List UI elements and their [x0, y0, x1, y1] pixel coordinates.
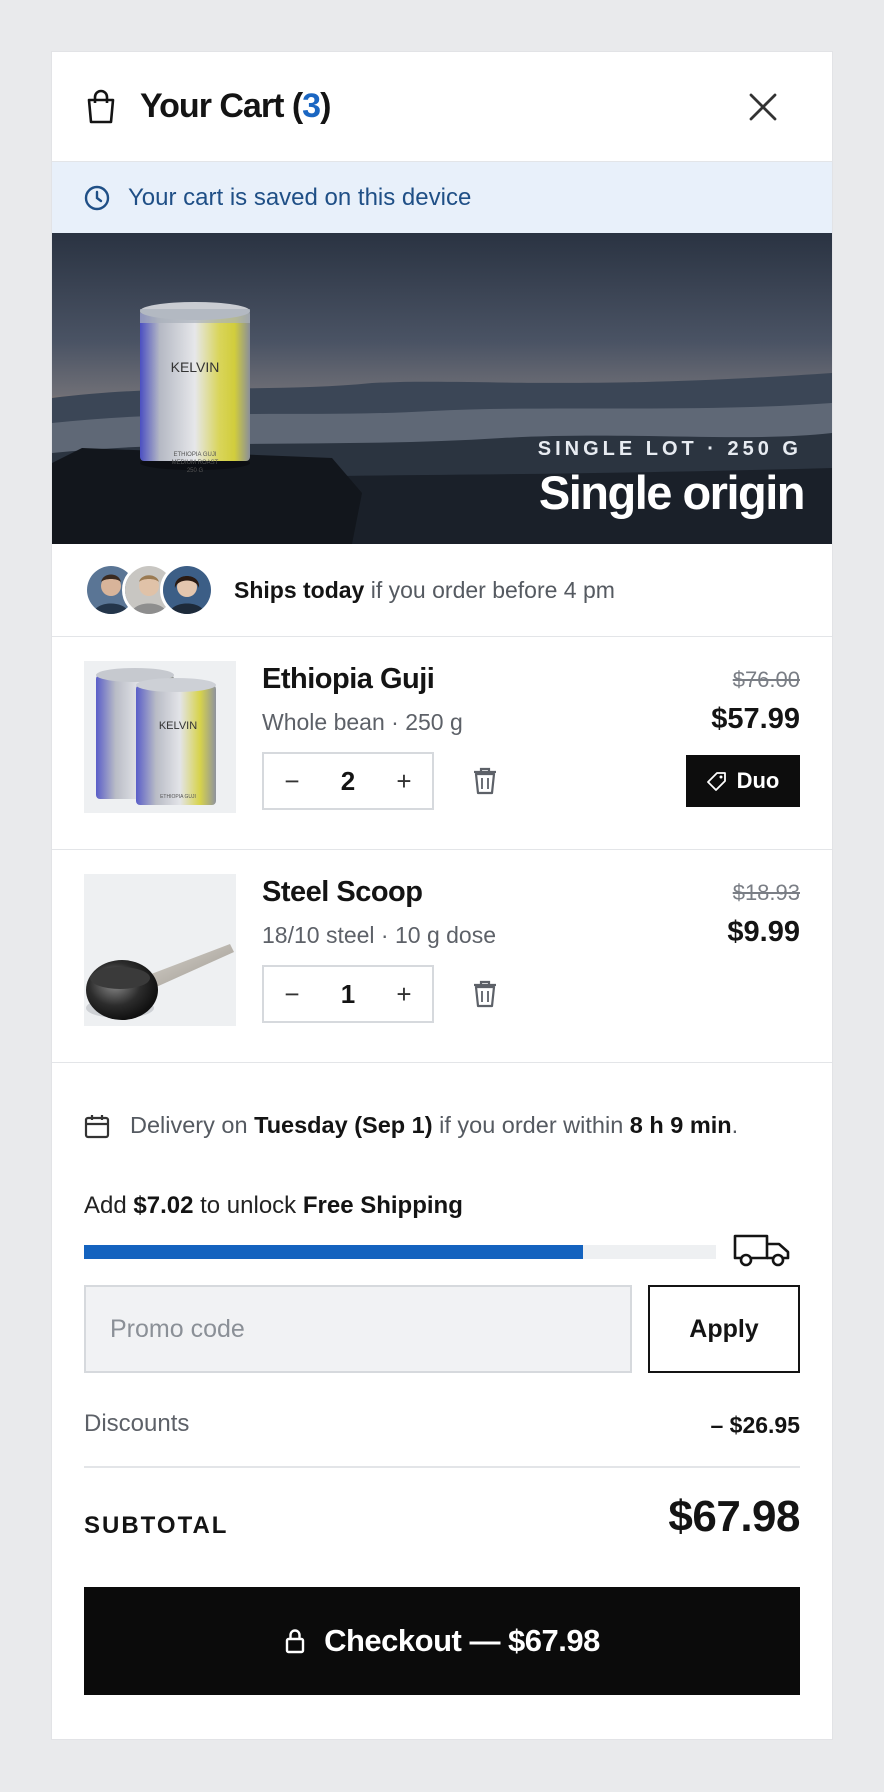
ships-text: Ships today if you order before 4 pm [234, 576, 615, 603]
truck-icon [733, 1234, 790, 1267]
svg-text:KELVIN: KELVIN [171, 359, 220, 375]
saved-banner: Your cart is saved on this device [52, 162, 832, 233]
svg-text:MEDIUM ROAST: MEDIUM ROAST [172, 460, 219, 466]
quantity-value: 2 [340, 765, 356, 796]
ships-today-row: Ships today if you order before 4 pm [52, 544, 832, 637]
promo-code-input[interactable] [84, 1285, 632, 1373]
apply-promo-button[interactable]: Apply [648, 1285, 800, 1373]
quantity-value: 1 [340, 978, 356, 1009]
subtotal-label: SUBTOTAL [84, 1512, 229, 1539]
svg-text:250 G: 250 G [187, 468, 204, 474]
hero-eyebrow: SINGLE LOT · 250 G [537, 438, 802, 460]
cart-header: Your Cart (3) [52, 52, 832, 162]
divider [84, 1466, 800, 1468]
cart-panel: Your Cart (3) Your cart is saved on this… [52, 52, 832, 1739]
team-avatars [84, 563, 214, 617]
delivery-estimate: Delivery on Tuesday (Sep 1) if you order… [84, 1112, 738, 1139]
increase-quantity-button[interactable]: + [376, 979, 432, 1010]
avatar [160, 563, 214, 617]
increase-quantity-button[interactable]: + [376, 766, 432, 797]
close-icon [749, 93, 777, 121]
free-shipping-progress [84, 1245, 716, 1259]
page-title: Your Cart (3) [140, 87, 331, 125]
hero-banner: KELVIN ETHIOPIA GUJI MEDIUM ROAST 250 G … [52, 233, 832, 544]
subtotal-value: $67.98 [668, 1492, 800, 1541]
trash-icon[interactable] [472, 766, 498, 796]
cart-item: KELVIN ETHIOPIA GUJI Ethiopia Guji Whole… [52, 637, 832, 850]
product-thumbnail: KELVIN ETHIOPIA GUJI [84, 661, 236, 813]
item-variant: 18/10 steel · 10 g dose [262, 922, 496, 948]
quantity-stepper: − 1 + [262, 965, 434, 1023]
item-price: $57.99 [711, 703, 800, 735]
hero-headline: Single origin [538, 466, 806, 519]
item-price: $9.99 [727, 916, 800, 948]
item-variant: Whole bean · 250 g [262, 709, 463, 735]
calendar-icon [84, 1114, 110, 1138]
free-shipping-message: Add $7.02 to unlock Free Shipping [84, 1192, 463, 1219]
clock-icon [84, 185, 110, 211]
original-price: $18.93 [732, 880, 800, 905]
discounts-value: – $26.95 [710, 1412, 800, 1438]
discounts-label: Discounts [84, 1410, 190, 1437]
shopping-bag-icon [84, 89, 118, 125]
lock-icon [285, 1629, 305, 1654]
checkout-button[interactable]: Checkout — $67.98 [84, 1587, 800, 1695]
svg-text:KELVIN: KELVIN [159, 720, 197, 732]
saved-text: Your cart is saved on this device [128, 183, 472, 211]
decrease-quantity-button[interactable]: − [264, 979, 320, 1010]
quantity-stepper: − 2 + [262, 752, 434, 810]
trash-icon[interactable] [472, 979, 498, 1009]
svg-text:ETHIOPIA GUJI: ETHIOPIA GUJI [173, 452, 216, 458]
progress-fill [84, 1245, 584, 1259]
close-button[interactable] [746, 90, 780, 124]
item-name: Steel Scoop [262, 876, 423, 908]
svg-text:ETHIOPIA GUJI: ETHIOPIA GUJI [160, 794, 196, 800]
decrease-quantity-button[interactable]: − [264, 766, 320, 797]
product-thumbnail [84, 874, 236, 1026]
original-price: $76.00 [732, 667, 800, 692]
cart-count: 3 [302, 87, 321, 125]
bundle-badge: Duo [686, 755, 800, 807]
tag-icon [706, 772, 726, 791]
item-name: Ethiopia Guji [262, 663, 435, 695]
cart-item: Steel Scoop 18/10 steel · 10 g dose − 1 … [52, 850, 832, 1063]
